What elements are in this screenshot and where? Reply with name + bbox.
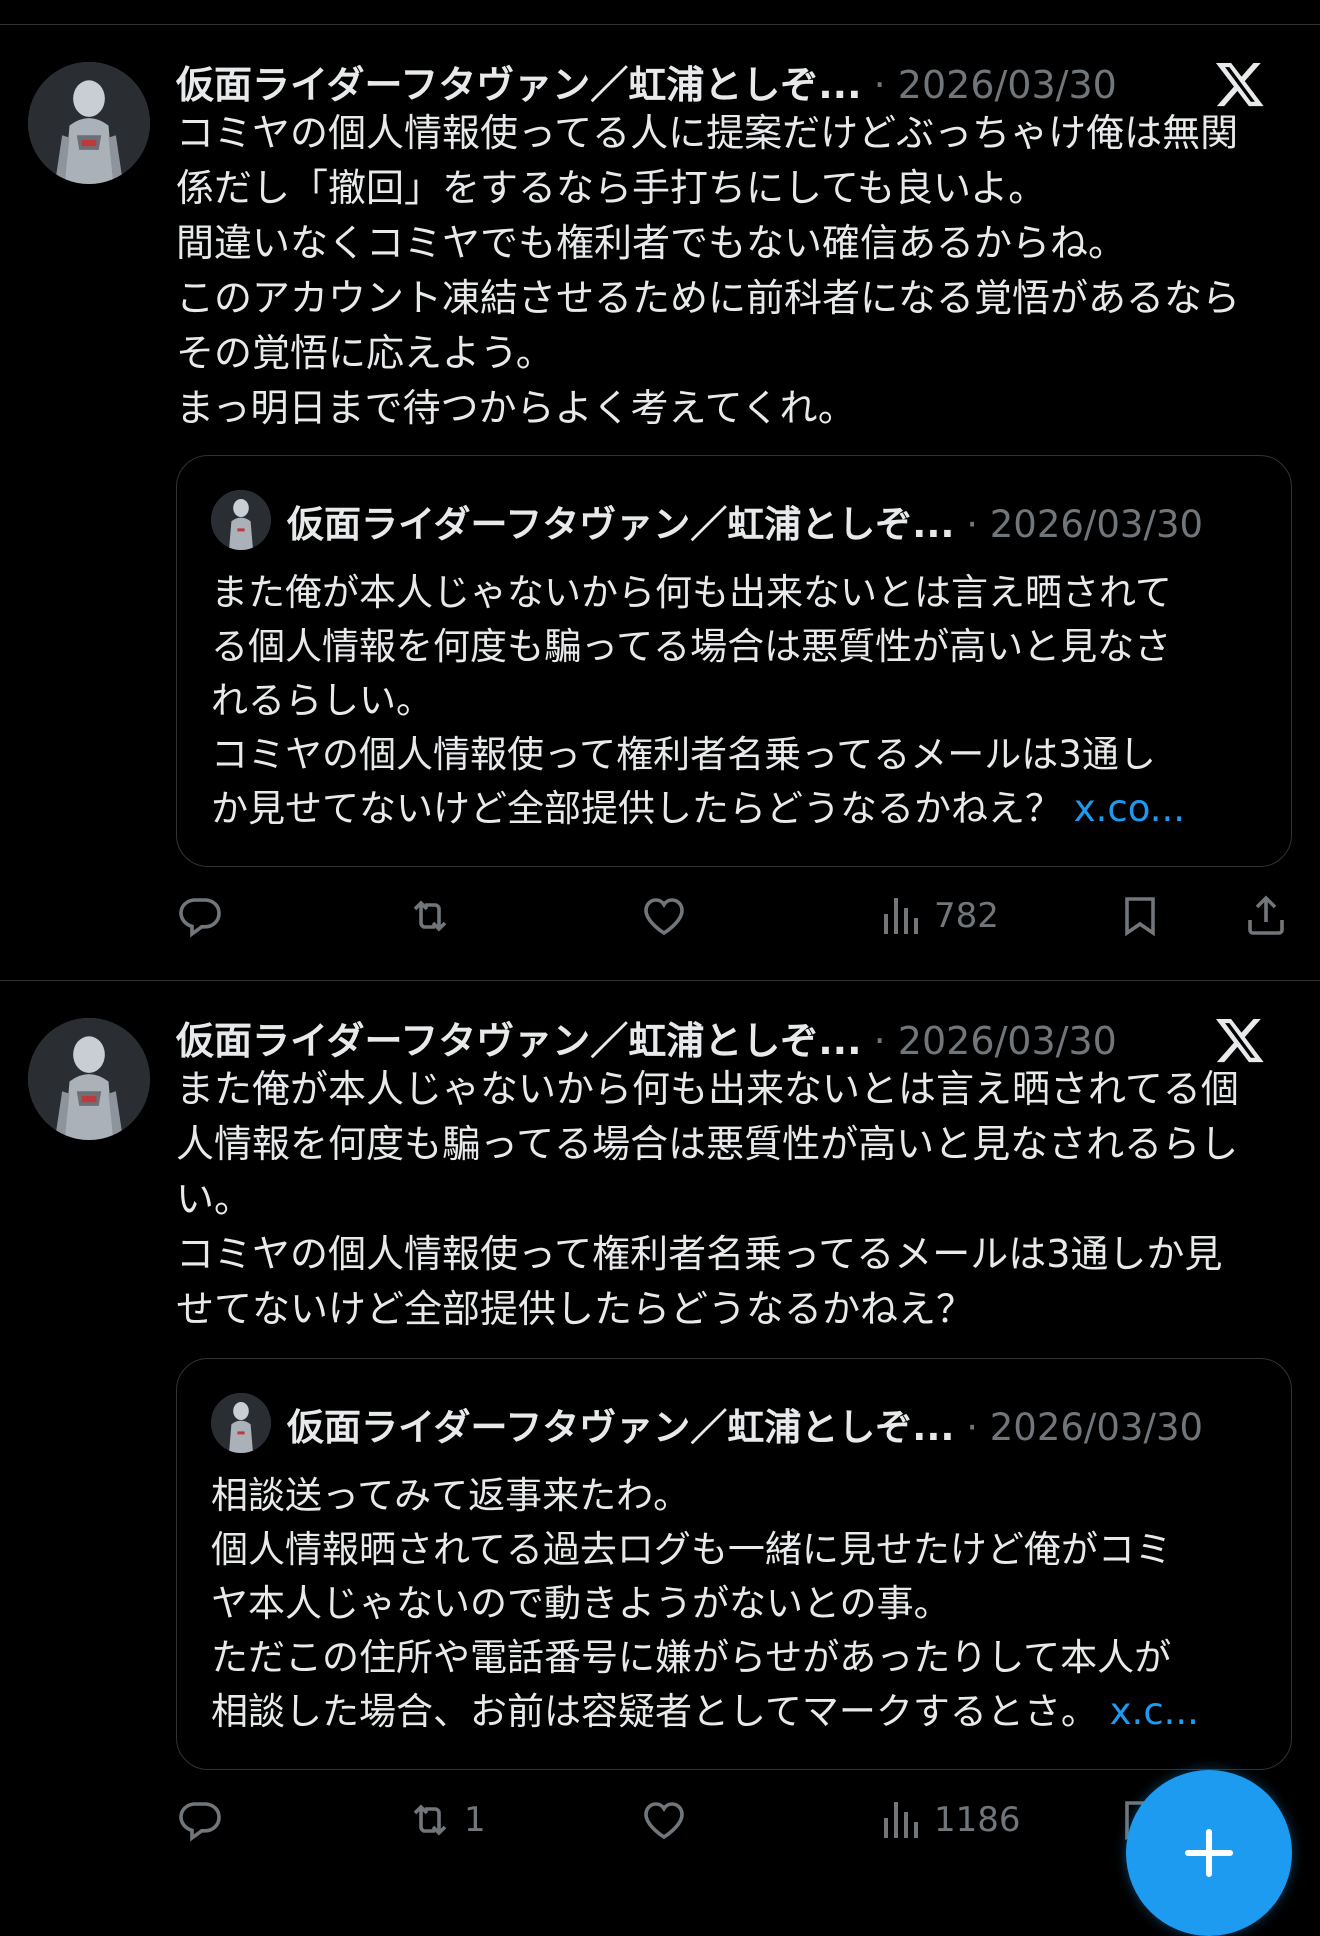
- avatar[interactable]: [28, 62, 150, 184]
- x-logo-icon: [1214, 1014, 1266, 1066]
- top-divider: [0, 24, 1320, 25]
- quote-body: 相談送ってみて返事来たわ。 個人情報晒されてる過去ログも一緒に見せたけど俺がコミ…: [211, 1474, 1172, 1733]
- views-button[interactable]: 1186: [876, 1790, 1021, 1850]
- quote-date: 2026/03/30: [989, 503, 1204, 546]
- quote-avatar: [211, 1393, 271, 1453]
- quote-header: 仮面ライダーフタヴァン／虹浦としぞ... · 2026/03/30: [287, 494, 1251, 548]
- views-button[interactable]: 782: [876, 886, 999, 946]
- action-bar: 782: [176, 886, 1286, 946]
- reply-button[interactable]: [176, 1790, 234, 1850]
- separator-dot: ·: [966, 503, 978, 546]
- retweet-button[interactable]: [406, 886, 464, 946]
- avatar[interactable]: [28, 1018, 150, 1140]
- view-count: 782: [934, 896, 999, 936]
- quote-text: 相談送ってみて返事来たわ。 個人情報晒されてる過去ログも一緒に見せたけど俺がコミ…: [211, 1469, 1261, 1739]
- reply-icon: [179, 1802, 221, 1842]
- tweet-header: 仮面ライダーフタヴァン／虹浦としぞ... · 2026/03/30: [176, 1010, 1170, 1060]
- separator-dot: ·: [966, 1406, 978, 1449]
- armored-figure-image: [28, 62, 150, 184]
- heart-icon: [644, 898, 684, 936]
- tweet-header: 仮面ライダーフタヴァン／虹浦としぞ... · 2026/03/30: [176, 54, 1170, 104]
- quote-avatar: [211, 490, 271, 550]
- reply-button[interactable]: [176, 886, 234, 946]
- quote-body: また俺が本人じゃないから何も出来ないとは言え晒されて る個人情報を何度も騙ってる…: [211, 571, 1172, 830]
- retweet-count: 1: [464, 1800, 486, 1840]
- tweet-date[interactable]: 2026/03/30: [898, 63, 1117, 104]
- quote-author-name: 仮面ライダーフタヴァン／虹浦としぞ...: [287, 503, 955, 546]
- quote-text: また俺が本人じゃないから何も出来ないとは言え晒されて る個人情報を何度も騙ってる…: [211, 566, 1261, 836]
- armored-figure-image: [211, 1393, 271, 1453]
- like-button[interactable]: [640, 1790, 698, 1850]
- quote-link[interactable]: x.c...: [1110, 1690, 1199, 1733]
- author-name[interactable]: 仮面ライダーフタヴァン／虹浦としぞ...: [176, 63, 862, 104]
- compose-button[interactable]: [1126, 1770, 1292, 1936]
- heart-icon: [644, 1802, 684, 1840]
- like-button[interactable]: [640, 886, 698, 946]
- separator-dot: ·: [873, 1019, 886, 1060]
- armored-figure-image: [211, 490, 271, 550]
- tweet-text: また俺が本人じゃないから何も出来ないとは言え晒されてる個 人情報を何度も騙ってる…: [176, 1067, 1239, 1331]
- share-button[interactable]: [1242, 886, 1290, 946]
- quote-tweet[interactable]: 仮面ライダーフタヴァン／虹浦としぞ... · 2026/03/30 また俺が本人…: [176, 455, 1292, 867]
- quote-date: 2026/03/30: [989, 1406, 1204, 1449]
- quote-link[interactable]: x.co...: [1074, 787, 1185, 830]
- views-chart-icon: [884, 1802, 918, 1838]
- author-name[interactable]: 仮面ライダーフタヴァン／虹浦としぞ...: [176, 1019, 862, 1060]
- retweet-button[interactable]: 1: [406, 1790, 486, 1850]
- x-logo-icon: [1214, 58, 1266, 110]
- reply-icon: [179, 898, 221, 938]
- bookmark-icon: [1125, 897, 1155, 937]
- retweet-icon: [413, 900, 447, 932]
- tweet-date[interactable]: 2026/03/30: [898, 1019, 1117, 1060]
- views-chart-icon: [884, 898, 918, 934]
- view-count: 1186: [934, 1800, 1021, 1840]
- quote-author-name: 仮面ライダーフタヴァン／虹浦としぞ...: [287, 1406, 955, 1449]
- plus-icon: [1184, 1828, 1234, 1878]
- tweet-text: コミヤの個人情報使ってる人に提案だけどぶっちゃけ俺は無関 係だし「撤回」をするな…: [176, 111, 1241, 430]
- share-icon: [1248, 895, 1284, 935]
- armored-figure-image: [28, 1018, 150, 1140]
- tweet-divider: [0, 980, 1320, 981]
- action-bar: 1 1186: [176, 1790, 1286, 1850]
- bookmark-button[interactable]: [1116, 886, 1164, 946]
- separator-dot: ·: [873, 63, 886, 104]
- quote-header: 仮面ライダーフタヴァン／虹浦としぞ... · 2026/03/30: [287, 1397, 1251, 1451]
- retweet-icon: [413, 1804, 447, 1836]
- quote-tweet[interactable]: 仮面ライダーフタヴァン／虹浦としぞ... · 2026/03/30 相談送ってみ…: [176, 1358, 1292, 1770]
